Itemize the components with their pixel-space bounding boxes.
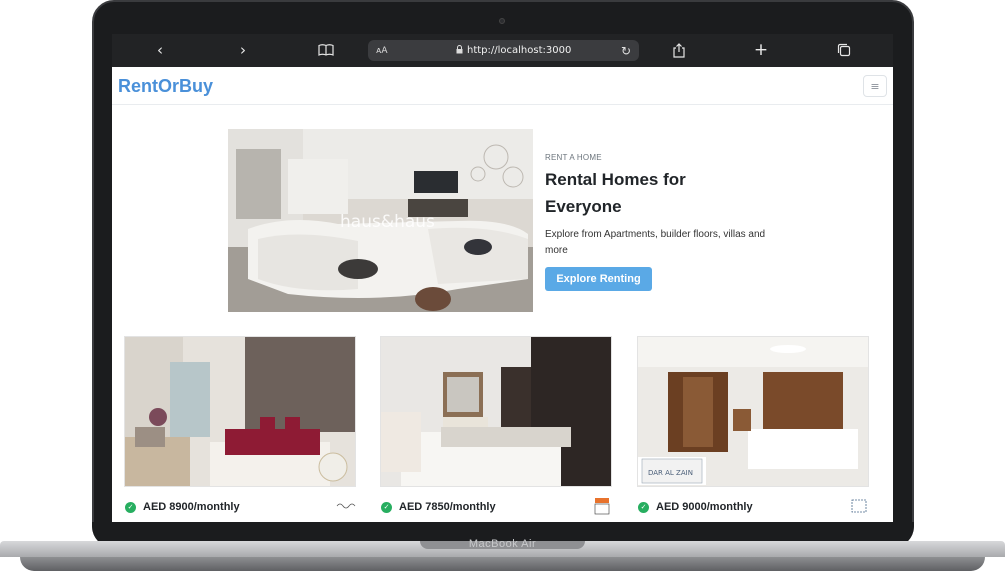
hero-description: Explore from Apartments, builder floors,… bbox=[545, 229, 766, 256]
model-label: MacBook Air bbox=[468, 538, 537, 550]
price-row: ✓ AED 9000/monthly bbox=[637, 498, 869, 516]
listing-image[interactable] bbox=[124, 336, 356, 487]
listing-card[interactable]: ✓ AED 8900/monthly bbox=[124, 336, 356, 522]
reader-size-button[interactable]: ᴀA bbox=[376, 46, 416, 56]
check-circle-icon: ✓ bbox=[381, 501, 392, 513]
listing-image[interactable]: DAR AL ZAIN bbox=[637, 336, 869, 487]
share-icon[interactable] bbox=[668, 40, 690, 60]
agency-logo-icon bbox=[849, 496, 869, 516]
hero-kicker: RENT A HOME bbox=[545, 153, 602, 162]
reload-icon[interactable]: ↻ bbox=[621, 44, 631, 58]
lock-icon bbox=[456, 44, 463, 57]
agency-logo-icon bbox=[336, 496, 356, 516]
price-row: ✓ AED 7850/monthly bbox=[380, 498, 612, 516]
tabs-icon[interactable] bbox=[833, 40, 855, 60]
agency-logo-icon bbox=[592, 496, 612, 516]
address-bar[interactable]: ᴀA http://localhost:3000 ↻ bbox=[368, 40, 639, 61]
hero-title: Rental Homes for Everyone bbox=[545, 170, 686, 216]
browser-window: ‹ › ᴀA http://localhost:3000 ↻ + RentOrB… bbox=[112, 34, 893, 522]
listing-card[interactable]: ✓ AED 7850/monthly bbox=[380, 336, 612, 522]
forward-icon[interactable]: › bbox=[232, 40, 254, 60]
listing-watermark: DAR AL ZAIN bbox=[648, 469, 693, 477]
explore-renting-button[interactable]: Explore Renting bbox=[545, 267, 652, 291]
price-row: ✓ AED 8900/monthly bbox=[124, 498, 356, 516]
listing-card[interactable]: DAR AL ZAIN ✓ AED 9000/monthly bbox=[637, 336, 869, 522]
back-icon[interactable]: ‹ bbox=[149, 40, 171, 60]
hero-image: haus&haus bbox=[228, 129, 533, 312]
book-icon[interactable] bbox=[315, 40, 337, 60]
listing-price: AED 8900/monthly bbox=[143, 501, 240, 513]
new-tab-icon[interactable]: + bbox=[750, 40, 772, 60]
check-circle-icon: ✓ bbox=[125, 501, 136, 513]
browser-toolbar: ‹ › ᴀA http://localhost:3000 ↻ + bbox=[112, 34, 893, 67]
camera-icon bbox=[499, 18, 505, 24]
url-text[interactable]: http://localhost:3000 bbox=[467, 45, 621, 56]
listing-price: AED 7850/monthly bbox=[399, 501, 496, 513]
hero-watermark: haus&haus bbox=[340, 212, 435, 232]
site-navbar: RentOrBuy ≡ bbox=[112, 67, 893, 105]
check-circle-icon: ✓ bbox=[638, 501, 649, 513]
brand-logo[interactable]: RentOrBuy bbox=[118, 76, 213, 97]
hamburger-icon[interactable]: ≡ bbox=[863, 75, 887, 97]
listing-price: AED 9000/monthly bbox=[656, 501, 753, 513]
listing-image[interactable] bbox=[380, 336, 612, 487]
laptop-mockup: MacBook Air ‹ › ᴀA http://localhost:3000… bbox=[0, 0, 1005, 577]
